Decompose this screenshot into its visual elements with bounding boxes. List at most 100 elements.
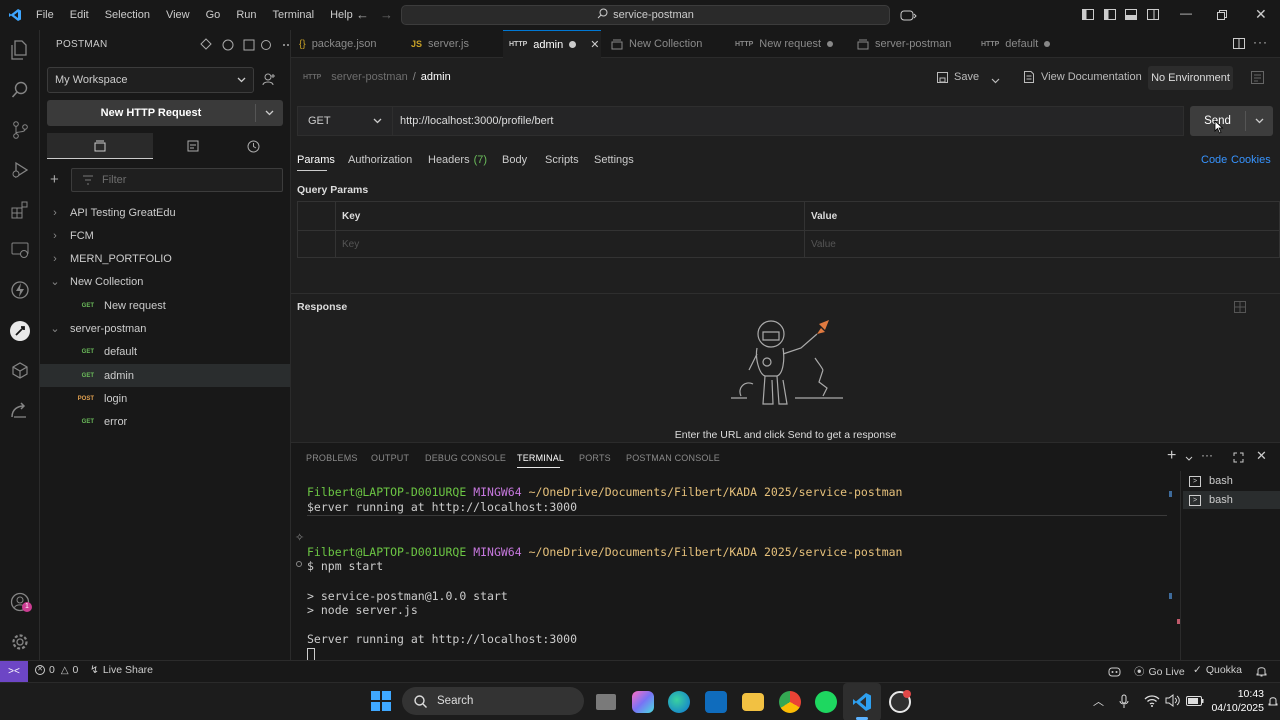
tab-admin[interactable]: HTTP admin ✕ bbox=[503, 30, 601, 58]
environment-quicklook-icon[interactable] bbox=[1251, 71, 1264, 87]
save-button[interactable]: Save bbox=[937, 71, 979, 83]
url-input[interactable]: http://localhost:3000/profile/bert bbox=[392, 106, 1184, 136]
chevron-down-icon[interactable] bbox=[1246, 118, 1273, 124]
task-view-icon[interactable] bbox=[596, 694, 616, 710]
clock-time[interactable]: 10:43 bbox=[1212, 688, 1264, 700]
tab-package-json[interactable]: {} package.json bbox=[299, 30, 403, 58]
invite-user-icon[interactable] bbox=[262, 72, 276, 89]
tree-request-login[interactable]: POST login bbox=[40, 387, 290, 410]
windows-start-icon[interactable] bbox=[371, 691, 391, 714]
panel-tab-problems[interactable]: PROBLEMS bbox=[306, 453, 358, 463]
subtab-authorization[interactable]: Authorization bbox=[348, 154, 412, 166]
new-http-request-button[interactable]: New HTTP Request bbox=[47, 100, 283, 126]
menu-go[interactable]: Go bbox=[198, 0, 229, 30]
more-actions-icon[interactable]: ··· bbox=[1201, 448, 1213, 462]
split-editor-icon[interactable] bbox=[1233, 38, 1245, 52]
tree-request-default[interactable]: GET default bbox=[40, 340, 290, 363]
value-input[interactable]: Value bbox=[811, 239, 836, 250]
tree-folder-new-collection[interactable]: ⌄ New Collection bbox=[40, 270, 290, 293]
clock-date[interactable]: 04/10/2025 bbox=[1206, 702, 1264, 714]
notifications-bell-icon[interactable] bbox=[1256, 665, 1267, 680]
copilot-status-icon[interactable] bbox=[1108, 665, 1121, 680]
menu-edit[interactable]: Edit bbox=[62, 0, 97, 30]
microphone-icon[interactable] bbox=[1119, 694, 1129, 712]
tab-new-request[interactable]: HTTP New request bbox=[735, 30, 843, 58]
tab-server-postman[interactable]: server-postman bbox=[857, 30, 967, 58]
settings-gear-icon[interactable] bbox=[8, 630, 32, 654]
volume-icon[interactable] bbox=[1165, 694, 1181, 710]
spotify-icon[interactable] bbox=[815, 691, 837, 713]
response-layout-icon[interactable] bbox=[1234, 301, 1246, 316]
postman-app-icon[interactable] bbox=[889, 690, 911, 713]
environment-select[interactable]: No Environment bbox=[1148, 66, 1233, 90]
file-explorer-icon[interactable] bbox=[742, 693, 764, 711]
subtab-headers[interactable]: Headers (7) bbox=[428, 154, 487, 166]
menu-file[interactable]: File bbox=[28, 0, 62, 30]
remote-indicator[interactable]: >< bbox=[0, 661, 28, 682]
sparkle-icon[interactable]: ✧ bbox=[295, 531, 304, 544]
chevron-up-icon[interactable]: ︿ bbox=[1093, 693, 1104, 709]
menu-run[interactable]: Run bbox=[228, 0, 264, 30]
nav-forward-icon[interactable]: → bbox=[380, 7, 393, 22]
breadcrumb-parent[interactable]: server-postman bbox=[331, 71, 407, 83]
tab-server-js[interactable]: JS server.js bbox=[411, 30, 503, 58]
edge-browser-icon[interactable] bbox=[668, 691, 690, 713]
nav-back-icon[interactable]: ← bbox=[356, 7, 369, 22]
chevron-down-icon[interactable] bbox=[256, 110, 283, 116]
maximize-panel-icon[interactable] bbox=[1233, 452, 1244, 466]
method-select[interactable]: GET bbox=[297, 106, 393, 136]
tree-folder-mern-portfolio[interactable]: › MERN_PORTFOLIO bbox=[40, 247, 290, 270]
menu-selection[interactable]: Selection bbox=[97, 0, 158, 30]
filter-input[interactable]: Filter bbox=[71, 168, 283, 192]
tree-folder-fcm[interactable]: › FCM bbox=[40, 224, 290, 247]
subtab-settings[interactable]: Settings bbox=[594, 154, 634, 166]
search-view-icon[interactable] bbox=[8, 78, 32, 102]
menu-view[interactable]: View bbox=[158, 0, 198, 30]
new-terminal-icon[interactable]: + bbox=[1167, 447, 1176, 465]
tab-new-collection[interactable]: New Collection bbox=[611, 30, 725, 58]
terminal-list-item[interactable]: > bash bbox=[1183, 472, 1280, 490]
menu-help[interactable]: Help bbox=[322, 0, 361, 30]
live-share-button[interactable]: ↯ Live Share bbox=[90, 664, 153, 676]
minimize-icon[interactable]: — bbox=[1180, 6, 1192, 20]
cookies-link[interactable]: Cookies bbox=[1231, 154, 1271, 166]
panel-tab-postman-console[interactable]: POSTMAN CONSOLE bbox=[626, 453, 720, 463]
remote-explorer-icon[interactable] bbox=[8, 238, 32, 262]
tab-collections[interactable] bbox=[47, 133, 153, 159]
close-window-icon[interactable]: ✕ bbox=[1255, 6, 1267, 23]
tree-request-new-request[interactable]: GET New request bbox=[40, 294, 290, 317]
send-button[interactable]: Send bbox=[1190, 106, 1273, 136]
customize-layout-icon[interactable] bbox=[1082, 9, 1094, 23]
view-documentation-button[interactable]: View Documentation bbox=[1024, 71, 1142, 83]
add-collection-icon[interactable]: + bbox=[50, 171, 59, 188]
restore-icon[interactable] bbox=[1217, 10, 1227, 23]
command-status-icon[interactable] bbox=[296, 561, 302, 567]
key-input[interactable]: Key bbox=[342, 239, 359, 250]
tree-folder-api-testing[interactable]: › API Testing GreatEdu bbox=[40, 201, 290, 224]
chevron-down-icon[interactable] bbox=[1185, 452, 1193, 464]
wifi-icon[interactable] bbox=[1144, 694, 1160, 710]
copilot-app-icon[interactable] bbox=[632, 691, 654, 713]
source-control-icon[interactable] bbox=[8, 118, 32, 142]
copilot-icon[interactable] bbox=[900, 8, 917, 21]
more-actions-icon[interactable]: ··· bbox=[1253, 35, 1268, 49]
run-debug-icon[interactable] bbox=[8, 158, 32, 182]
subtab-body[interactable]: Body bbox=[502, 154, 527, 166]
close-tab-icon[interactable]: ✕ bbox=[590, 38, 599, 51]
taskbar-search-box[interactable]: Search bbox=[402, 687, 584, 715]
thunder-client-icon[interactable] bbox=[8, 278, 32, 302]
toggle-panel-icon[interactable] bbox=[1125, 9, 1137, 23]
subtab-scripts[interactable]: Scripts bbox=[545, 154, 579, 166]
tree-folder-server-postman[interactable]: ⌄ server-postman bbox=[40, 317, 290, 340]
tree-request-admin[interactable]: GET admin bbox=[40, 364, 290, 387]
workspace-select[interactable]: My Workspace bbox=[47, 67, 254, 93]
command-center[interactable]: service-postman bbox=[401, 5, 890, 25]
tab-default[interactable]: HTTP default bbox=[981, 30, 1061, 58]
code-link[interactable]: Code bbox=[1201, 154, 1227, 166]
chrome-browser-icon[interactable] bbox=[779, 691, 801, 713]
remote-share-icon[interactable] bbox=[8, 398, 32, 422]
tree-request-error[interactable]: GET error bbox=[40, 410, 290, 433]
panel-tab-ports[interactable]: PORTS bbox=[579, 453, 611, 463]
tab-history[interactable] bbox=[233, 133, 273, 159]
go-live-button[interactable]: ⦿ Go Live bbox=[1134, 664, 1185, 679]
